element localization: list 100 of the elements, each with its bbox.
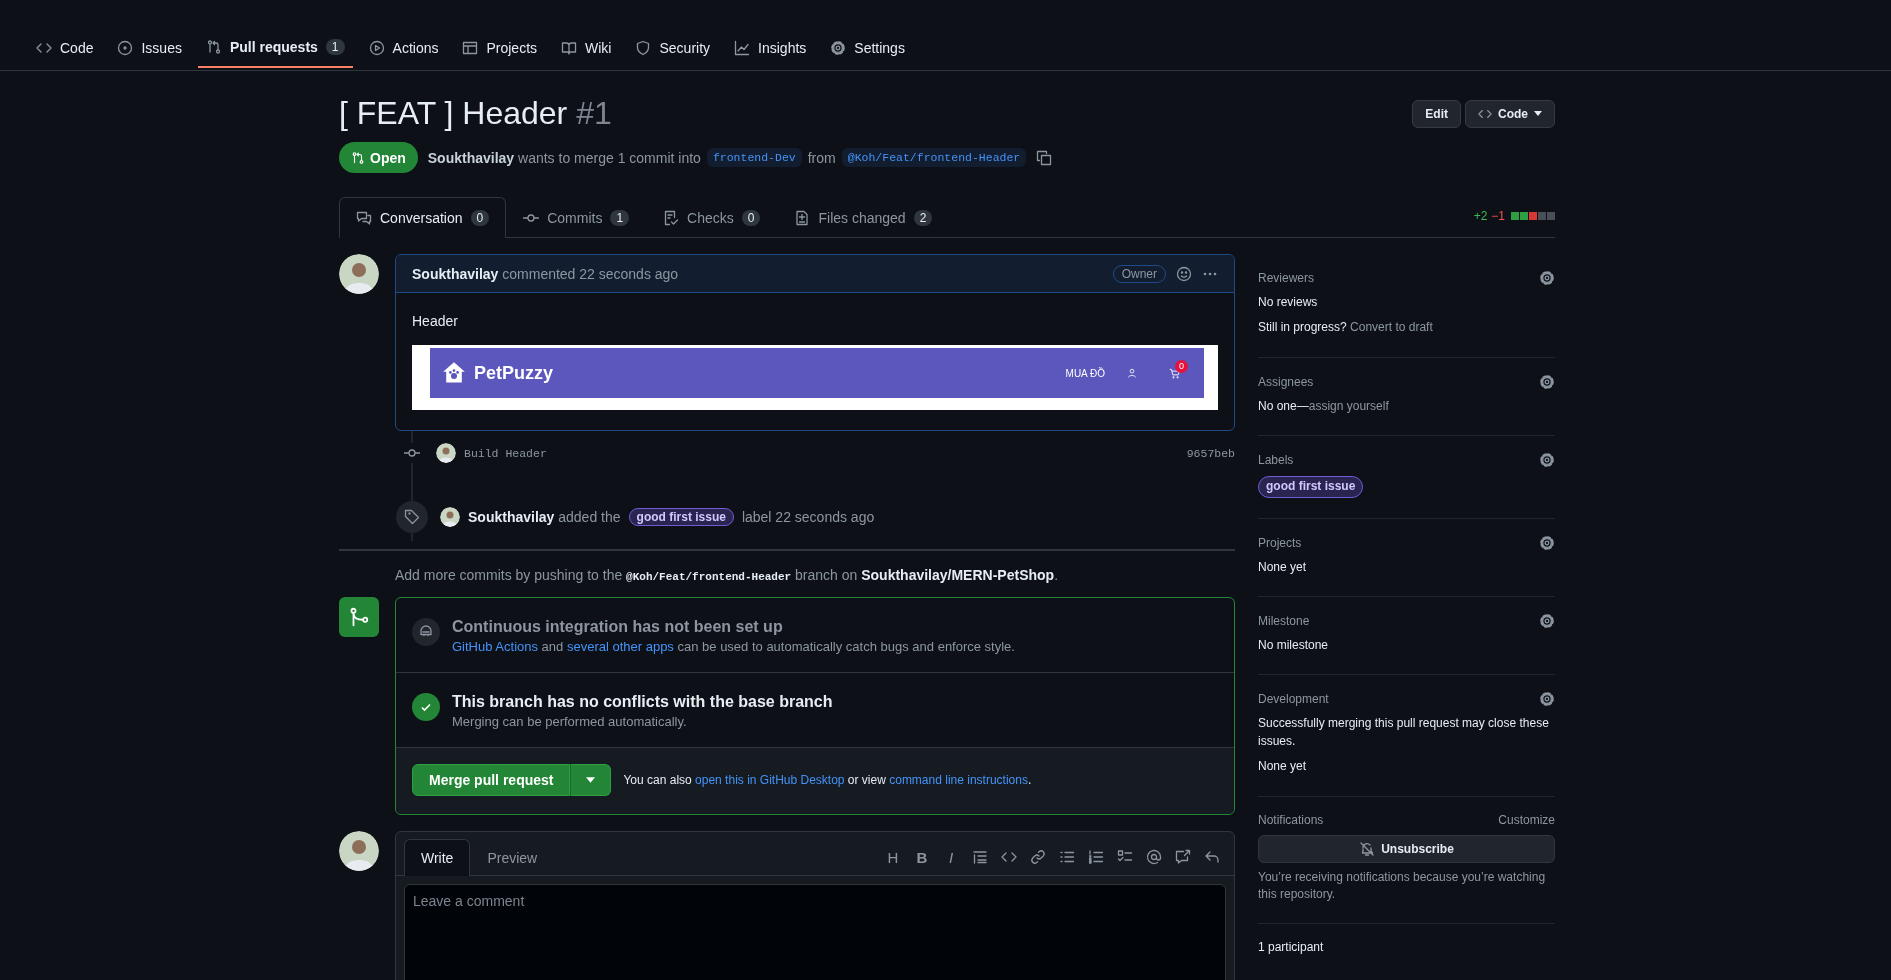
nav-tab[interactable]: Settings (822, 28, 913, 70)
deletions-count: −1 (1491, 209, 1505, 223)
section-title: Labels (1258, 453, 1294, 468)
development-value: None yet (1258, 758, 1308, 776)
merge-summary: Soukthavilay wants to merge 1 commit into (427, 149, 701, 166)
reply-icon (1204, 849, 1220, 865)
projects-value: None yet (1258, 558, 1308, 576)
comment-header-text: Soukthavilay commented 22 seconds ago (412, 265, 680, 282)
comment-field[interactable]: Leave a comment (404, 884, 1226, 980)
counter: 2 (913, 210, 933, 226)
robot-icon (412, 618, 440, 646)
pull-request-icon (351, 150, 365, 165)
house-paw-icon (442, 361, 466, 385)
cross-reference-icon (1175, 849, 1191, 865)
customize-link[interactable]: Customize (1498, 812, 1555, 827)
avatar[interactable] (339, 831, 379, 871)
edit-button[interactable]: Edit (1412, 99, 1461, 128)
tab[interactable]: Checks 0 (646, 197, 778, 238)
format-button[interactable]: B (914, 848, 930, 866)
label-tag[interactable]: good first issue (1258, 476, 1364, 498)
label-event-text: Soukthavilay added the (468, 509, 621, 525)
label-tag[interactable]: good first issue (628, 508, 734, 526)
notification-note: You’re receiving notifications because you’re watching this repository. (1258, 868, 1547, 903)
pull-request-icon (205, 39, 222, 55)
bell-off-icon (1359, 840, 1376, 857)
cart-badge: 0 (1175, 359, 1188, 373)
link[interactable]: GitHub Actions (452, 639, 538, 654)
nav-tab[interactable]: Security (627, 28, 719, 70)
nav-tab[interactable]: Actions (360, 28, 447, 70)
nav-tab[interactable]: Issues (109, 28, 190, 70)
mention-icon (1146, 849, 1162, 865)
quote-icon (972, 849, 988, 865)
reviewers-value: No reviews (1258, 294, 1319, 311)
unsubscribe-button[interactable]: Unsubscribe (1258, 834, 1555, 863)
editor-tab[interactable]: Preview (470, 839, 555, 876)
comment-body: Header (412, 313, 459, 329)
link[interactable]: open this in GitHub Desktop (695, 773, 845, 787)
code-button[interactable]: Code (1465, 99, 1555, 128)
additions-count: +2 (1473, 209, 1488, 223)
gear-icon (1539, 534, 1555, 551)
link[interactable]: several other apps (566, 639, 674, 654)
section-title: Notifications (1258, 812, 1324, 827)
merge-hint: You can also open this in GitHub Desktop or view command line instructions. (623, 773, 1032, 787)
caret-icon (1534, 111, 1542, 116)
ci-title: Continuous integration has not been set up (452, 618, 784, 636)
brand-name: PetPuzzy (474, 362, 555, 384)
ci-description: GitHub Actions and several other apps can be used to automatically catch bugs and enforce style. (452, 639, 1015, 654)
shield-icon (635, 40, 652, 56)
check-icon (412, 693, 440, 721)
speech-bubble-icon (356, 210, 372, 226)
checklist-icon (663, 210, 680, 226)
counter: 1 (610, 210, 630, 226)
commit-sha[interactable]: 9657beb (1186, 446, 1235, 460)
pr-title: [ FEAT ] Header #1 (339, 95, 612, 132)
branch-name[interactable]: @Koh/Feat/frontend-Header (841, 148, 1027, 167)
nav-tab[interactable]: Projects (454, 28, 546, 70)
counter: 1 (325, 39, 345, 55)
development-text: Successfully merging this pull request may close these issues. (1258, 715, 1550, 750)
state-badge: Open (339, 142, 418, 173)
editor-tab[interactable]: Write (404, 839, 471, 876)
user-icon (1127, 368, 1137, 378)
avatar[interactable] (440, 507, 460, 527)
nav-tab[interactable]: Wiki (553, 28, 620, 70)
tab[interactable]: Files changed 2 (777, 197, 950, 238)
numbered-list-icon (1088, 849, 1104, 865)
avatar[interactable] (436, 443, 456, 463)
gear-icon (1539, 373, 1555, 390)
commit-message[interactable]: Build Header (464, 446, 1179, 460)
gear-icon (1539, 270, 1555, 286)
smiley-icon[interactable] (1176, 265, 1192, 282)
merge-button[interactable]: Merge pull request (412, 764, 571, 796)
section-title: Reviewers (1258, 271, 1314, 285)
section-title: Development (1258, 692, 1329, 707)
section-title: Assignees (1258, 374, 1314, 389)
push-hint: Add more commits by pushing to the @Koh/Feat/frontend-Header branch on Soukthavilay/MERN-PetShop. (395, 567, 1059, 583)
format-button[interactable]: I (943, 848, 959, 866)
merge-icon (339, 597, 379, 637)
format-button[interactable]: H (885, 848, 901, 866)
nav-tab[interactable]: Code (28, 28, 102, 70)
copy-icon[interactable] (1036, 149, 1053, 166)
link-icon (1030, 849, 1046, 865)
section-title: Projects (1258, 535, 1302, 550)
milestone-value: No milestone (1258, 636, 1330, 654)
merge-options-button[interactable] (570, 764, 612, 796)
link[interactable]: assign yourself (1308, 398, 1389, 413)
link[interactable]: command line instructions (889, 773, 1028, 787)
file-diff-icon (794, 210, 811, 226)
gear-icon (1539, 452, 1555, 469)
nav-tab[interactable]: Insights (726, 28, 815, 70)
tab[interactable]: Conversation 0 (339, 197, 507, 238)
cart-icon (1169, 367, 1180, 379)
from-text: from (807, 149, 836, 166)
branch-name[interactable]: frontend-Dev (706, 148, 802, 167)
play-icon (368, 40, 385, 56)
graph-icon (734, 40, 751, 56)
tab[interactable]: Commits 1 (506, 197, 647, 238)
link[interactable]: Convert to draft (1350, 320, 1433, 335)
nav-tab[interactable]: Pull requests 1 (197, 28, 353, 68)
caret-icon (586, 777, 596, 783)
avatar[interactable] (339, 254, 379, 294)
